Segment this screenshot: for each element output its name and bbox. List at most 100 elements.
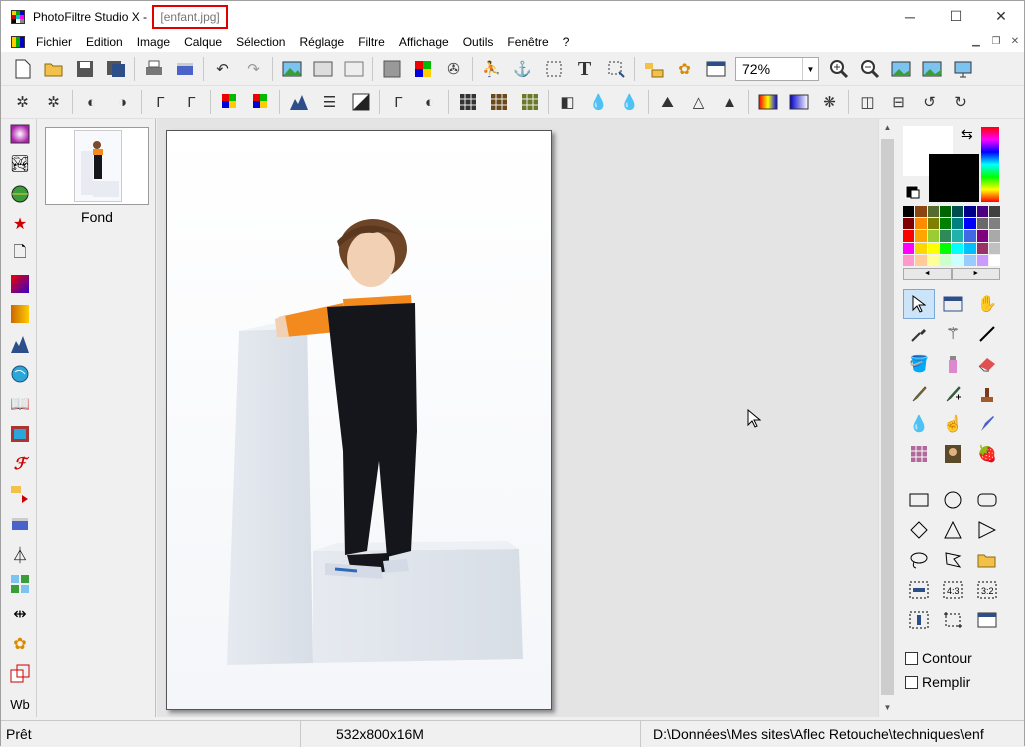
menu-item-affichage[interactable]: Affichage <box>392 32 456 52</box>
palette-swatch[interactable] <box>964 206 976 218</box>
adjust-icon[interactable]: ☰ <box>317 90 342 115</box>
palette-swatch[interactable] <box>952 206 964 218</box>
pointer-tool-icon[interactable] <box>903 289 935 319</box>
blur-tool-icon[interactable]: 💧 <box>903 409 935 439</box>
mdi-close-button[interactable]: ✕ <box>1006 35 1024 49</box>
focus-icon[interactable]: ◧ <box>555 90 580 115</box>
white-balance-icon[interactable]: Wb <box>5 689 35 719</box>
palette-swatch[interactable] <box>903 218 915 230</box>
save-icon[interactable] <box>72 57 97 82</box>
fullscreen-icon[interactable] <box>950 57 975 82</box>
flip-vertical-icon[interactable]: ⊟ <box>886 90 911 115</box>
window-icon[interactable] <box>703 57 728 82</box>
lasso-shape-icon[interactable] <box>903 545 935 575</box>
palette-swatch[interactable] <box>988 230 1000 242</box>
palette-swatch[interactable] <box>903 242 915 254</box>
zoom-out-icon[interactable] <box>857 57 882 82</box>
blur-icon[interactable]: 💧 <box>586 90 611 115</box>
split-icon[interactable]: ⇹ <box>5 599 35 629</box>
explorer-icon[interactable] <box>641 57 666 82</box>
spray-tool-icon[interactable] <box>937 349 969 379</box>
contrast-plus-icon[interactable]: ◑ <box>110 90 135 115</box>
ratio-4-3-icon[interactable]: 4:3 <box>937 575 969 605</box>
clone-tool-icon[interactable] <box>971 409 1003 439</box>
grid-dark-icon[interactable] <box>455 90 480 115</box>
effects-icon[interactable]: ❋ <box>817 90 842 115</box>
palette-swatch[interactable] <box>988 206 1000 218</box>
close-button[interactable]: ✕ <box>978 1 1024 32</box>
stamp-tool-icon[interactable] <box>971 379 1003 409</box>
palette-swatch[interactable] <box>903 230 915 242</box>
gradient-icon[interactable] <box>755 90 780 115</box>
print-icon[interactable] <box>141 57 166 82</box>
image-paste-icon[interactable] <box>341 57 366 82</box>
strawberry-tool-icon[interactable]: 🍓 <box>971 439 1003 469</box>
auto-contrast-icon[interactable]: ◐ <box>417 90 442 115</box>
image-canvas[interactable] <box>166 130 552 710</box>
fade-icon[interactable] <box>786 90 811 115</box>
layer-name[interactable]: Fond <box>38 209 156 225</box>
ratio-3-2-icon[interactable]: 3:2 <box>971 575 1003 605</box>
transform-icon[interactable] <box>603 57 628 82</box>
zoom-dropdown-arrow[interactable]: ▼ <box>802 58 818 80</box>
scroll-down-arrow[interactable]: ▼ <box>879 699 896 716</box>
app-icon[interactable] <box>11 9 25 24</box>
layer-manage-icon[interactable]: ⚓ <box>510 57 535 82</box>
palette-swatch[interactable] <box>976 242 988 254</box>
color-selector[interactable]: ⇆ <box>903 126 979 202</box>
mask-icon[interactable]: 🏞 <box>5 149 35 179</box>
globe-icon[interactable] <box>5 359 35 389</box>
grid-olive-icon[interactable] <box>517 90 542 115</box>
palette-next-button[interactable]: ► <box>951 268 1000 280</box>
open-shape-icon[interactable] <box>971 545 1003 575</box>
menu-item-fenetre[interactable]: Fenêtre <box>500 32 555 52</box>
auto-gamma-icon[interactable]: Γ <box>386 90 411 115</box>
zoom-in-icon[interactable] <box>826 57 851 82</box>
script-icon[interactable]: ℱ <box>5 449 35 479</box>
vignette-icon[interactable] <box>5 119 35 149</box>
palette-swatch[interactable] <box>927 242 939 254</box>
resize-icon[interactable] <box>5 659 35 689</box>
color-spectrum[interactable] <box>981 127 999 202</box>
crop-shape-icon[interactable] <box>937 605 969 635</box>
brightness-plus-icon[interactable]: ✲ <box>41 90 66 115</box>
menu-item-outils[interactable]: Outils <box>456 32 501 52</box>
mdi-minimize-button[interactable]: ▁ <box>967 35 985 49</box>
hand-tool-icon[interactable]: ✋ <box>971 289 1003 319</box>
mosaic-icon[interactable] <box>5 569 35 599</box>
advanced-brush-tool-icon[interactable] <box>937 379 969 409</box>
palette-swatch[interactable] <box>964 254 976 266</box>
palette-swatch[interactable] <box>988 254 1000 266</box>
triangle-right-shape-icon[interactable] <box>971 515 1003 545</box>
selection-tool-icon[interactable] <box>937 289 969 319</box>
palette-swatch[interactable] <box>903 206 915 218</box>
brightness-minus-icon[interactable]: ✲ <box>10 90 35 115</box>
edges-icon[interactable]: △ <box>686 90 711 115</box>
palette-swatch[interactable] <box>976 218 988 230</box>
text-icon[interactable]: T <box>572 57 597 82</box>
redo-icon[interactable]: ↷ <box>241 57 266 82</box>
remplir-option[interactable]: Remplir <box>905 674 970 690</box>
book-icon[interactable]: 📖 <box>5 389 35 419</box>
layer-thumbnail[interactable] <box>45 127 149 205</box>
maximize-button[interactable]: ☐ <box>933 1 979 32</box>
bar-shape-icon[interactable] <box>903 575 935 605</box>
star-icon[interactable]: ★ <box>5 209 35 239</box>
scan-icon[interactable] <box>172 57 197 82</box>
minimize-button[interactable]: ─ <box>887 1 933 32</box>
contour-icon[interactable]: ▲ <box>717 90 742 115</box>
document-icon[interactable] <box>11 36 25 48</box>
levels-icon[interactable] <box>286 90 311 115</box>
palette-swatch[interactable] <box>976 206 988 218</box>
smudge-tool-icon[interactable]: ☝ <box>937 409 969 439</box>
plugins-icon[interactable]: ✿ <box>672 57 697 82</box>
filmstrip-icon[interactable] <box>5 419 35 449</box>
palette-swatch[interactable] <box>988 218 1000 230</box>
contrast-minus-icon[interactable]: ◐ <box>79 90 104 115</box>
rectangle-shape-icon[interactable] <box>903 485 935 515</box>
palette-swatch[interactable] <box>915 242 927 254</box>
save-all-icon[interactable] <box>103 57 128 82</box>
eyedropper-tool-icon[interactable] <box>903 319 935 349</box>
triangle-shape-icon[interactable] <box>937 515 969 545</box>
portrait-tool-icon[interactable] <box>937 439 969 469</box>
